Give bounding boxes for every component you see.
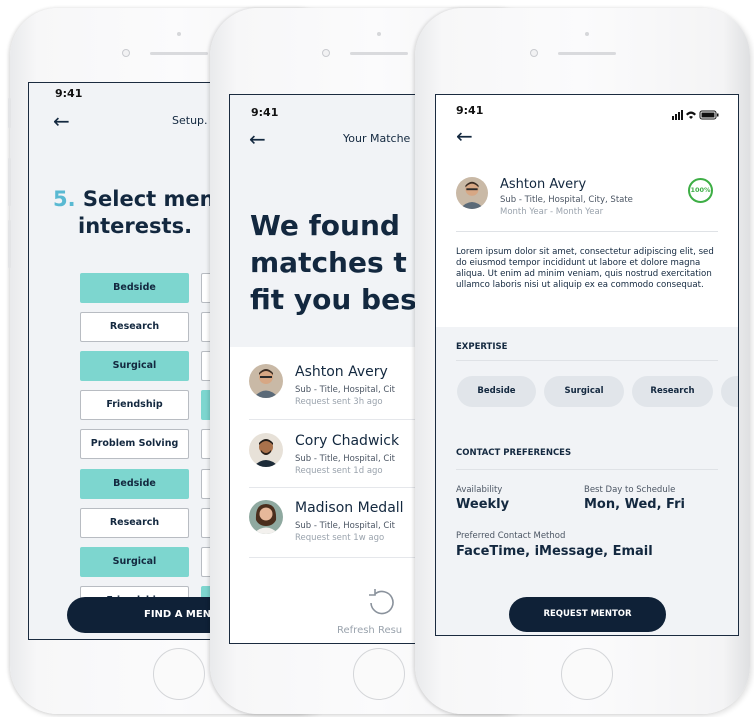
nav-title: Your Matche <box>343 132 411 145</box>
sensor-dot <box>177 32 181 36</box>
interest-chip[interactable]: Surgical <box>80 547 189 577</box>
expertise-pill[interactable]: Bedside <box>457 376 536 407</box>
expertise-heading: EXPERTISE <box>456 342 508 352</box>
home-button[interactable] <box>153 648 205 700</box>
headline-line-3: fit you bes <box>250 283 417 316</box>
match-subtitle: Sub - Title, Hospital, Cit <box>295 385 395 395</box>
availability-value: Weekly <box>456 497 510 512</box>
front-camera <box>530 49 538 57</box>
refresh-label[interactable]: Refresh Resu <box>337 625 402 636</box>
divider <box>456 231 718 232</box>
nav-title: Setup. <box>172 114 208 127</box>
earpiece-speaker <box>558 52 616 55</box>
phone-profile: 9:41 ← Ashton Avery Sub - Title, Hospita… <box>415 8 750 714</box>
side-button <box>8 98 11 128</box>
request-mentor-button[interactable]: REQUEST MENTOR <box>509 597 666 632</box>
status-time: 9:41 <box>251 106 279 119</box>
status-time: 9:41 <box>55 87 83 100</box>
question-line-2: interests. <box>78 214 193 238</box>
best-day-label: Best Day to Schedule <box>584 485 676 495</box>
interest-chip[interactable]: Problem Solving <box>80 429 189 459</box>
headline-line-2: matches t <box>250 246 407 279</box>
headline-line-1: We found <box>250 209 400 242</box>
match-name: Cory Chadwick <box>295 433 400 449</box>
contact-preferences-heading: CONTACT PREFERENCES <box>456 448 572 458</box>
question-line-1: Select men <box>82 187 215 211</box>
expertise-pill[interactable]: Research <box>632 376 713 407</box>
details-panel <box>436 327 738 635</box>
contact-method-value: FaceTime, iMessage, Email <box>456 544 653 559</box>
avatar <box>249 500 283 534</box>
interest-chip[interactable]: Friendship <box>80 390 189 420</box>
profile-subtitle: Sub - Title, Hospital, City, State <box>500 195 633 205</box>
signal-wifi-battery-icon <box>672 110 719 120</box>
profile-dates: Month Year - Month Year <box>500 207 604 217</box>
contact-method-label: Preferred Contact Method <box>456 531 566 541</box>
profile-bio: Lorem ipsum dolor sit amet, consectetur … <box>456 247 714 290</box>
best-day-value: Mon, Wed, Fri <box>584 497 685 512</box>
volume-up-button <box>8 158 11 206</box>
front-camera <box>122 49 130 57</box>
expertise-pill[interactable]: Surgical <box>544 376 624 407</box>
avatar <box>456 177 488 209</box>
home-button[interactable] <box>353 648 405 700</box>
question-number: 5. <box>53 187 76 211</box>
interest-chip[interactable]: Bedside <box>80 273 189 303</box>
status-time: 9:41 <box>456 104 484 117</box>
question-title: 5. Select men interests. <box>53 186 215 240</box>
availability-label: Availability <box>456 485 503 495</box>
sensor-dot <box>377 32 381 36</box>
back-arrow-icon[interactable]: ← <box>249 129 266 149</box>
interest-chip[interactable]: Bedside <box>80 469 189 499</box>
match-request-status: Request sent 1d ago <box>295 466 383 476</box>
front-camera <box>322 49 330 57</box>
interest-chip[interactable]: Surgical <box>80 351 189 381</box>
status-icons <box>672 105 720 124</box>
sensor-dot <box>585 32 589 36</box>
earpiece-speaker <box>350 52 408 55</box>
matches-headline: We found matches t fit you bes <box>250 207 417 318</box>
match-percent-badge: 100% <box>688 178 713 203</box>
match-subtitle: Sub - Title, Hospital, Cit <box>295 521 395 531</box>
match-name: Madison Medall <box>295 500 404 516</box>
interest-chip[interactable]: Research <box>80 312 189 342</box>
profile-name: Ashton Avery <box>500 177 587 192</box>
back-arrow-icon[interactable]: ← <box>53 111 70 131</box>
earpiece-speaker <box>150 52 208 55</box>
profile-screen: 9:41 ← Ashton Avery Sub - Title, Hospita… <box>435 94 739 636</box>
volume-down-button <box>8 220 11 268</box>
match-request-status: Request sent 3h ago <box>295 397 383 407</box>
match-name: Ashton Avery <box>295 364 388 380</box>
match-subtitle: Sub - Title, Hospital, Cit <box>295 454 395 464</box>
home-button[interactable] <box>561 648 613 700</box>
divider <box>456 360 718 361</box>
avatar <box>249 364 283 398</box>
refresh-icon[interactable] <box>366 587 396 617</box>
divider <box>456 469 718 470</box>
avatar <box>249 433 283 467</box>
match-request-status: Request sent 1w ago <box>295 533 385 543</box>
back-arrow-icon[interactable]: ← <box>456 126 473 146</box>
interest-chip[interactable]: Research <box>80 508 189 538</box>
